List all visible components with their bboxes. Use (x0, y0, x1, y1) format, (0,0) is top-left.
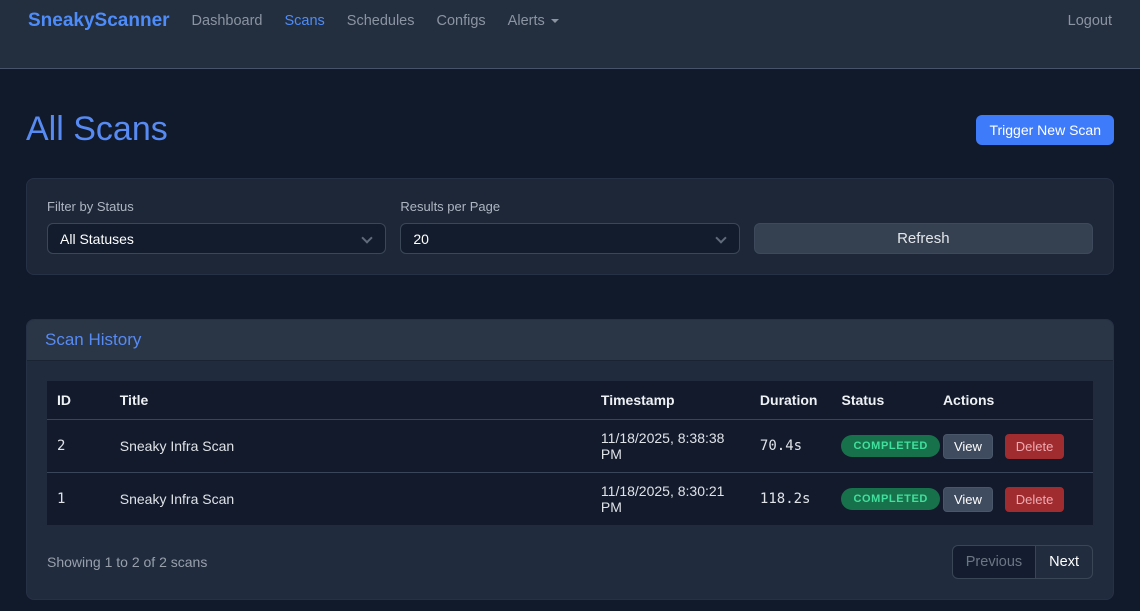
scan-duration: 118.2s (750, 473, 832, 526)
status-badge: COMPLETED (841, 488, 939, 510)
scan-title: Sneaky Infra Scan (110, 420, 591, 473)
scan-timestamp: 11/18/2025, 8:30:21 PM (591, 473, 750, 526)
logout-link[interactable]: Logout (1068, 13, 1112, 29)
per-page-label: Results per Page (400, 199, 739, 214)
chevron-down-icon (715, 232, 726, 243)
chevron-down-icon (362, 232, 373, 243)
filter-refresh-group: Refresh (754, 199, 1093, 254)
per-page-value: 20 (413, 231, 429, 247)
table-header-row: ID Title Timestamp Duration Status Actio… (47, 381, 1093, 420)
nav-item-scans[interactable]: Scans (284, 13, 324, 29)
caret-down-icon (551, 19, 559, 23)
page-header: All Scans Trigger New Scan (26, 110, 1114, 149)
column-header-timestamp: Timestamp (591, 381, 750, 420)
main-content: All Scans Trigger New Scan Filter by Sta… (0, 69, 1140, 600)
column-header-duration: Duration (750, 381, 832, 420)
view-button[interactable]: View (943, 434, 993, 459)
brand-logo[interactable]: SneakyScanner (28, 10, 170, 32)
status-badge: COMPLETED (841, 435, 939, 457)
column-header-status: Status (831, 381, 932, 420)
pagination: Previous Next (952, 545, 1093, 579)
delete-button[interactable]: Delete (1005, 487, 1065, 512)
scan-title: Sneaky Infra Scan (110, 473, 591, 526)
scan-history-body: ID Title Timestamp Duration Status Actio… (27, 361, 1113, 599)
column-header-title: Title (110, 381, 591, 420)
nav-item-dashboard[interactable]: Dashboard (192, 13, 263, 29)
nav-item-alerts-label: Alerts (508, 13, 545, 29)
nav-item-schedules[interactable]: Schedules (347, 13, 415, 29)
delete-button[interactable]: Delete (1005, 434, 1065, 459)
scan-duration: 70.4s (750, 420, 832, 473)
column-header-id: ID (47, 381, 110, 420)
scan-timestamp: 11/18/2025, 8:38:38 PM (591, 420, 750, 473)
filter-perpage-group: Results per Page 20 (400, 199, 739, 254)
scan-history-title: Scan History (45, 330, 1095, 350)
nav-links: Dashboard Scans Schedules Configs Alerts (192, 13, 1068, 29)
pagination-previous-button[interactable]: Previous (952, 545, 1036, 579)
navbar: SneakyScanner Dashboard Scans Schedules … (0, 0, 1140, 69)
scan-id: 2 (47, 420, 110, 473)
status-filter-value: All Statuses (60, 231, 134, 247)
nav-item-alerts-dropdown[interactable]: Alerts (508, 13, 559, 29)
table-footer: Showing 1 to 2 of 2 scans Previous Next (47, 545, 1093, 579)
table-row: 1 Sneaky Infra Scan 11/18/2025, 8:30:21 … (47, 473, 1093, 526)
trigger-new-scan-button[interactable]: Trigger New Scan (976, 115, 1114, 145)
filter-panel: Filter by Status All Statuses Results pe… (26, 178, 1114, 275)
page-title: All Scans (26, 110, 168, 149)
scan-history-header: Scan History (27, 320, 1113, 361)
table-row: 2 Sneaky Infra Scan 11/18/2025, 8:38:38 … (47, 420, 1093, 473)
scan-id: 1 (47, 473, 110, 526)
view-button[interactable]: View (943, 487, 993, 512)
nav-item-configs[interactable]: Configs (437, 13, 486, 29)
refresh-button[interactable]: Refresh (754, 223, 1093, 254)
column-header-actions: Actions (933, 381, 1093, 420)
filter-status-label: Filter by Status (47, 199, 386, 214)
pagination-next-button[interactable]: Next (1036, 545, 1093, 579)
per-page-select[interactable]: 20 (400, 223, 739, 254)
scan-history-card: Scan History ID Title Timestamp Duration… (26, 319, 1114, 600)
results-summary: Showing 1 to 2 of 2 scans (47, 554, 207, 570)
scan-table: ID Title Timestamp Duration Status Actio… (47, 381, 1093, 525)
filter-status-group: Filter by Status All Statuses (47, 199, 386, 254)
status-filter-select[interactable]: All Statuses (47, 223, 386, 254)
